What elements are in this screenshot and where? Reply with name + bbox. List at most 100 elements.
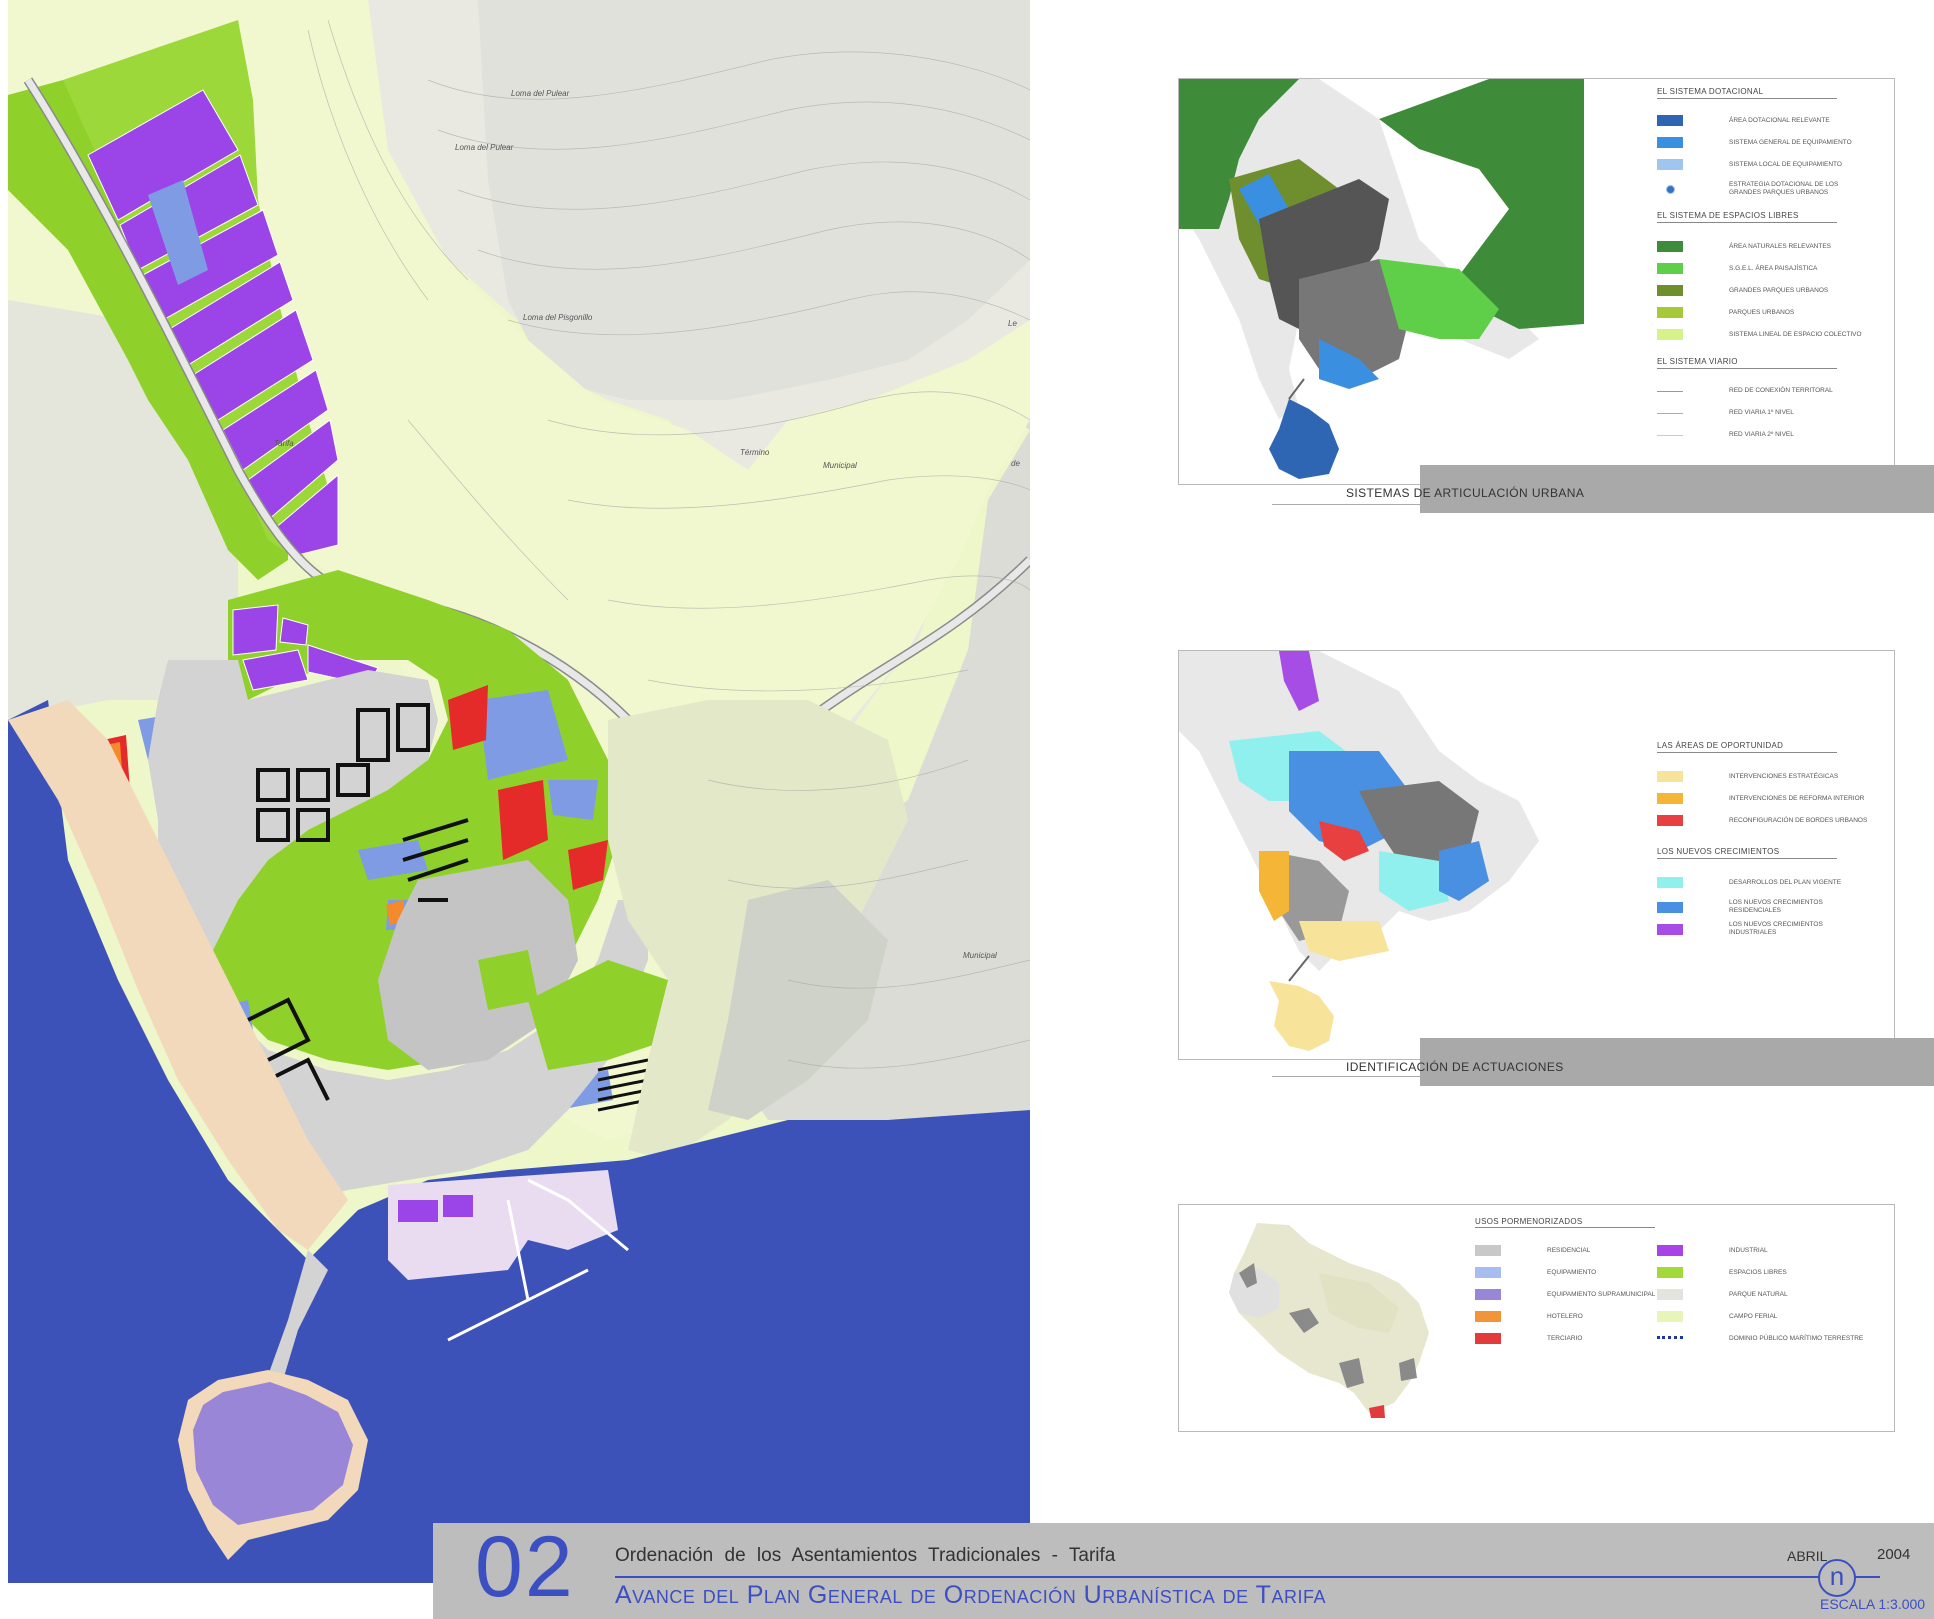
legend-label: GRANDES PARQUES URBANOS — [1729, 286, 1829, 294]
legend-item: SISTEMA GENERAL DE EQUIPAMIENTO — [1657, 137, 1869, 148]
legend-item: SISTEMA LOCAL DE EQUIPAMIENTO — [1657, 159, 1869, 170]
legend-item: DESARROLLOS DEL PLAN VIGENTE — [1657, 877, 1869, 888]
legend-item: PARQUE NATURAL — [1657, 1289, 1869, 1300]
legend-item: S.G.E.L. ÁREA PAISAJÍSTICA — [1657, 263, 1869, 274]
scale-label: ESCALA 1:3.000 — [1820, 1596, 1926, 1612]
legend-item: EQUIPAMIENTO SUPRAMUNICIPAL — [1475, 1289, 1687, 1300]
legend-swatch — [1657, 901, 1683, 913]
legend-label: RED DE CONEXIÓN TERRITORAL — [1729, 387, 1833, 394]
title-rule — [615, 1576, 1880, 1578]
caption-rule — [1272, 1076, 1422, 1077]
map-label: de — [1011, 459, 1020, 468]
logo-icon: n — [1818, 1559, 1856, 1597]
legend-label: RED VIARIA 1º NIVEL — [1729, 409, 1794, 416]
legend-item: LOS NUEVOS CRECIMIENTOS RESIDENCIALES — [1657, 899, 1869, 915]
legend-label: LOS NUEVOS CRECIMIENTOS RESIDENCIALES — [1729, 899, 1823, 914]
legend-swatch — [1657, 307, 1683, 318]
panel-caption: IDENTIFICACIÓN DE ACTUACIONES — [1346, 1060, 1564, 1074]
legend-item: EQUIPAMIENTO — [1475, 1267, 1687, 1278]
panel-actuaciones: LAS ÁREAS DE OPORTUNIDAD INTERVENCIONES … — [1178, 650, 1895, 1060]
legend-label: SISTEMA GENERAL DE EQUIPAMIENTO — [1729, 138, 1852, 146]
legend-line — [1657, 390, 1683, 392]
panel-sistemas: EL SISTEMA DOTACIONAL ÁREA DOTACIONAL RE… — [1178, 78, 1895, 485]
legend-label: INTERVENCIONES ESTRATÉGICAS — [1729, 772, 1839, 780]
legend-item: HOTELERO — [1475, 1311, 1687, 1322]
map-label: Loma del Pisgonillo — [523, 313, 593, 322]
legend-swatch — [1657, 1245, 1683, 1256]
legend-item: RED VIARIA 1º NIVEL — [1657, 409, 1869, 417]
main-plan-map: Loma del Pulear Loma del Pulear Loma del… — [8, 0, 1030, 1583]
legend-section-title: LOS NUEVOS CRECIMIENTOS — [1657, 847, 1780, 856]
legend-dash-line — [1657, 1336, 1683, 1342]
legend-item: ESPACIOS LIBRES — [1657, 1267, 1869, 1278]
actuaciones-map — [1179, 651, 1584, 1059]
legend-item: LOS NUEVOS CRECIMIENTOS INDUSTRIALES — [1657, 921, 1869, 937]
legend-line — [1657, 412, 1683, 414]
sheet-number: 02 — [475, 1519, 575, 1615]
legend-swatch — [1657, 329, 1683, 340]
legend-swatch — [1657, 815, 1683, 826]
date-year: 2004 — [1877, 1546, 1911, 1563]
legend-label: INDUSTRIAL — [1729, 1246, 1768, 1254]
sheet-title: Avance del Plan General de Ordenación Ur… — [615, 1581, 1326, 1609]
legend-label: SISTEMA LINEAL DE ESPACIO COLECTIVO — [1729, 330, 1862, 338]
legend-item: INTERVENCIONES DE REFORMA INTERIOR — [1657, 793, 1869, 804]
legend-label: LOS NUEVOS CRECIMIENTOS INDUSTRIALES — [1729, 921, 1823, 936]
title-block: 02 Ordenación de los Asentamientos Tradi… — [433, 1519, 1934, 1619]
legend-swatch — [1657, 285, 1683, 296]
legend-label: PARQUE NATURAL — [1729, 1290, 1788, 1298]
legend-section-title: LAS ÁREAS DE OPORTUNIDAD — [1657, 741, 1784, 750]
legend-label: ESTRATEGIA DOTACIONAL DE LOS GRANDES PAR… — [1729, 181, 1839, 196]
legend-item: TERCIARIO — [1475, 1333, 1687, 1344]
sistemas-map — [1179, 79, 1584, 484]
legend-swatch — [1657, 771, 1683, 782]
caption-rule — [1272, 504, 1422, 505]
legend-section-title: USOS PORMENORIZADOS — [1475, 1217, 1583, 1226]
map-label: Loma del Pulear — [455, 143, 514, 152]
map-label: Loma del Pulear — [511, 89, 570, 98]
legend-swatch — [1657, 793, 1683, 804]
legend-item: INTERVENCIONES ESTRATÉGICAS — [1657, 771, 1869, 782]
legend-label: SISTEMA LOCAL DE EQUIPAMIENTO — [1729, 160, 1842, 168]
legend-swatch — [1657, 241, 1683, 252]
legend-item: ÁREA NATURALES RELEVANTES — [1657, 241, 1869, 252]
legend-label: CAMPO FERIAL — [1729, 1312, 1778, 1320]
map-label: Le — [1008, 319, 1017, 328]
legend-label: ÁREA NATURALES RELEVANTES — [1729, 242, 1831, 250]
legend-swatch — [1657, 923, 1683, 935]
legend-item: ESTRATEGIA DOTACIONAL DE LOS GRANDES PAR… — [1657, 181, 1869, 197]
legend-swatch — [1657, 263, 1683, 274]
panel-usos: USOS PORMENORIZADOS RESIDENCIAL EQUIPAMI… — [1178, 1204, 1895, 1432]
legend-swatch — [1475, 1311, 1501, 1322]
date-month: ABRIL — [1787, 1548, 1828, 1564]
legend-swatch — [1475, 1333, 1501, 1344]
usos-map — [1229, 1223, 1429, 1418]
legend-label: DESARROLLOS DEL PLAN VIGENTE — [1729, 878, 1842, 886]
map-label: Municipal — [963, 951, 997, 960]
legend-label: PARQUES URBANOS — [1729, 308, 1795, 316]
legend-swatch — [1657, 115, 1683, 126]
legend-item: INDUSTRIAL — [1657, 1245, 1869, 1256]
legend-item: RED VIARIA 2º NIVEL — [1657, 431, 1869, 439]
legend-item: GRANDES PARQUES URBANOS — [1657, 285, 1869, 296]
legend-swatch — [1657, 877, 1683, 888]
legend-item: DOMINIO PÚBLICO MARÍTIMO TERRESTRE — [1657, 1335, 1869, 1343]
legend-swatch — [1657, 1311, 1683, 1322]
legend-line — [1657, 434, 1683, 436]
legend-item: CAMPO FERIAL — [1657, 1311, 1869, 1322]
legend-swatch — [1475, 1245, 1501, 1256]
legend-label: INTERVENCIONES DE REFORMA INTERIOR — [1729, 794, 1865, 802]
map-label: Municipal — [823, 461, 857, 470]
panel-caption: SISTEMAS DE ARTICULACIÓN URBANA — [1346, 486, 1585, 500]
legend-item: PARQUES URBANOS — [1657, 307, 1869, 318]
legend-section-title: EL SISTEMA DOTACIONAL — [1657, 87, 1764, 96]
legend-swatch — [1657, 137, 1683, 148]
legend-item: RED DE CONEXIÓN TERRITORAL — [1657, 387, 1869, 395]
legend-swatch — [1475, 1267, 1501, 1278]
legend-item: SISTEMA LINEAL DE ESPACIO COLECTIVO — [1657, 329, 1869, 340]
legend-label: ÁREA DOTACIONAL RELEVANTE — [1729, 116, 1830, 124]
legend-dot-icon — [1657, 184, 1683, 195]
sheet-subtitle: Ordenación de los Asentamientos Tradicio… — [615, 1545, 1116, 1566]
legend-item: RESIDENCIAL — [1475, 1245, 1687, 1256]
legend-label: ESPACIOS LIBRES — [1729, 1268, 1787, 1276]
